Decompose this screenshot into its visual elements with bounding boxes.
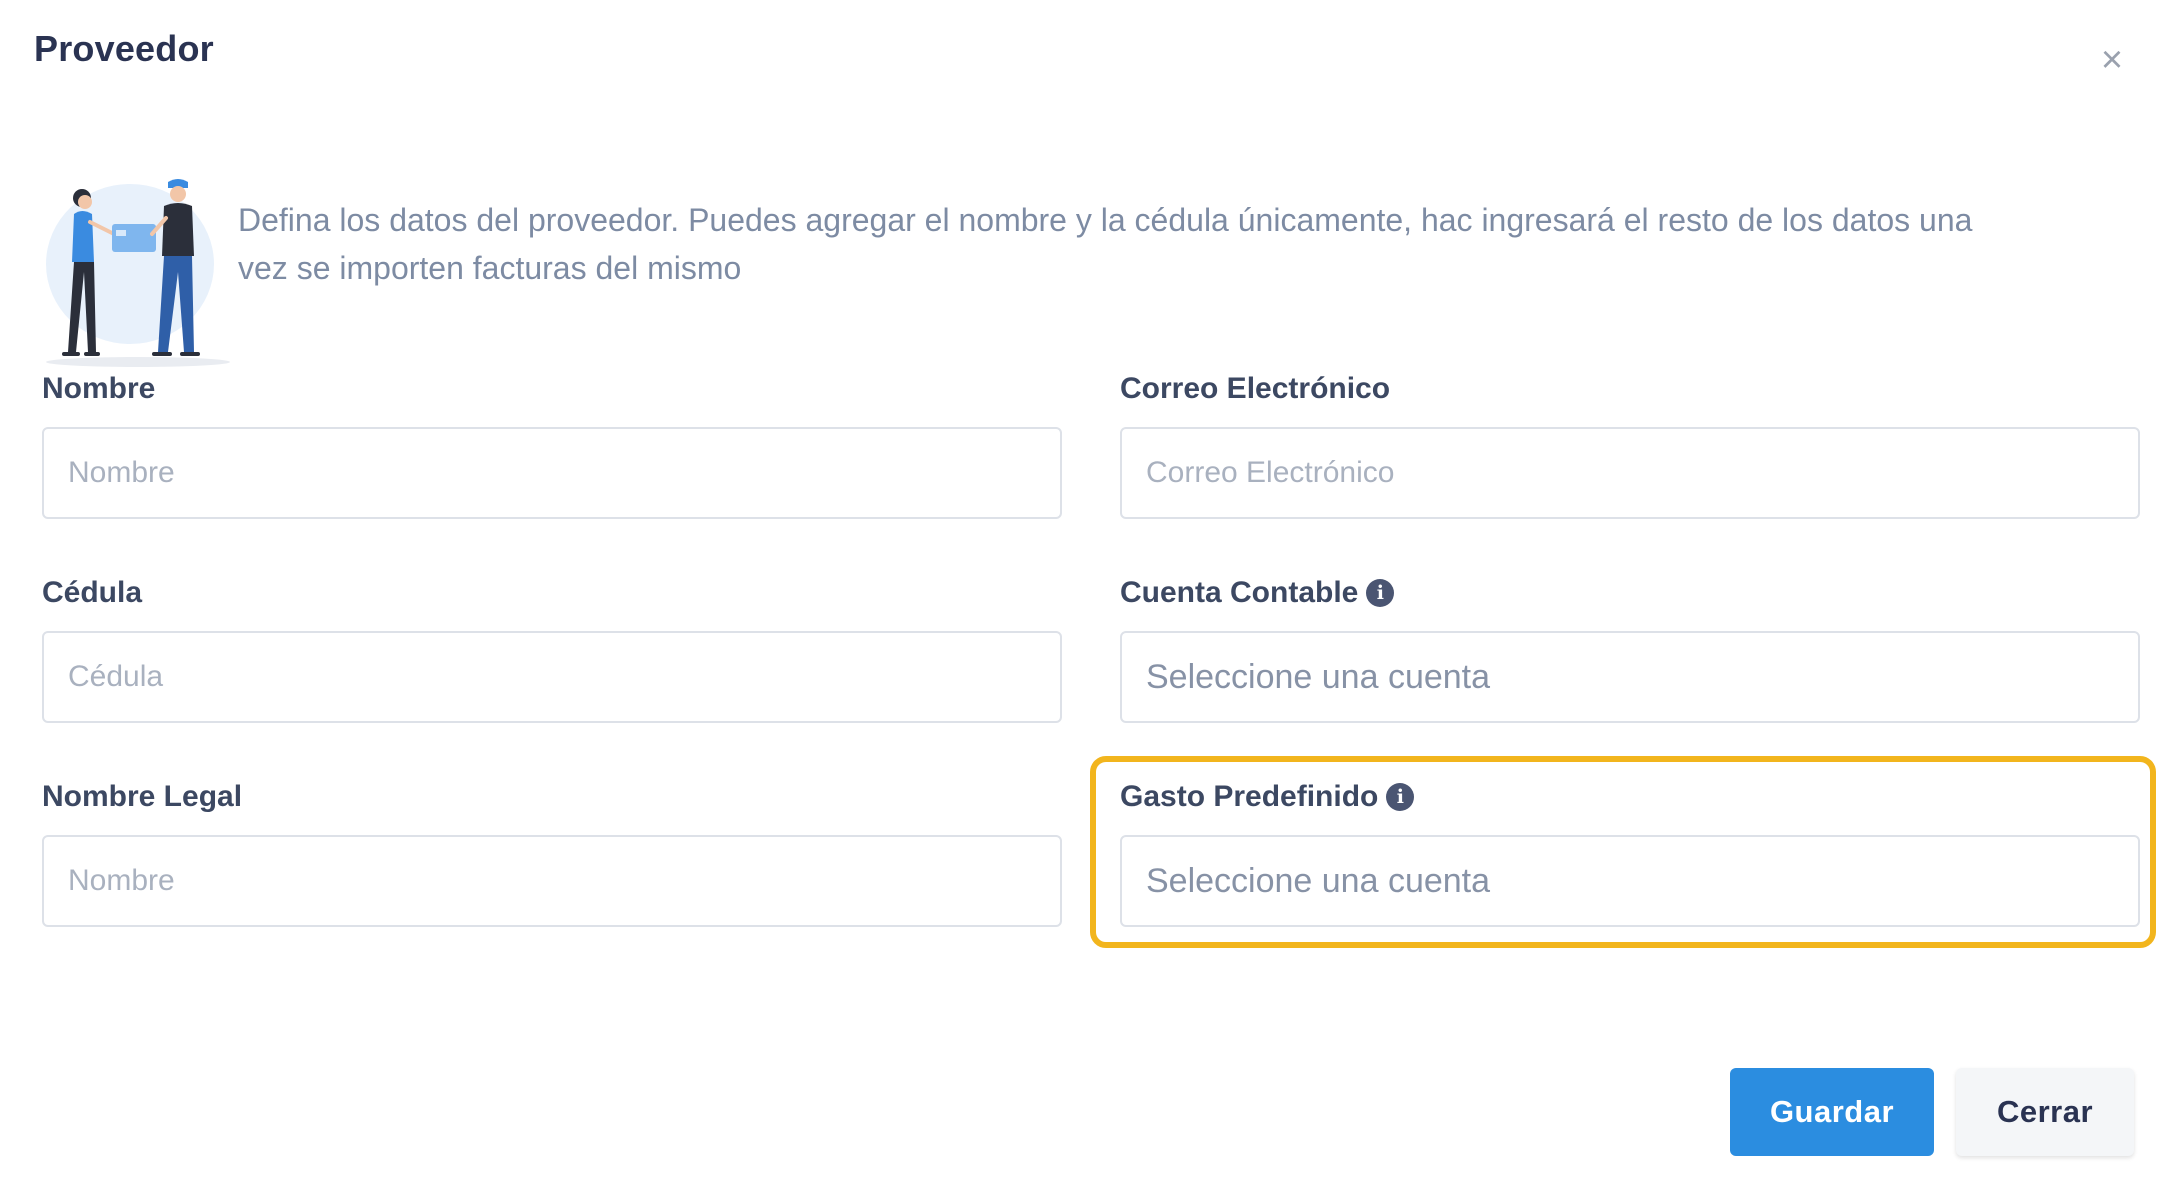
info-icon[interactable]: i	[1366, 579, 1395, 607]
nombre-input[interactable]	[42, 427, 1062, 519]
close-button[interactable]: Cerrar	[1956, 1068, 2134, 1156]
cedula-label-text: Cédula	[42, 576, 143, 609]
gasto-predefinido-label: Gasto Predefinido i	[1120, 780, 1415, 814]
intro-text: Defina los datos del proveedor. Puedes a…	[238, 202, 1973, 286]
close-icon[interactable]: ×	[2092, 40, 2132, 80]
nombre-legal-input[interactable]	[42, 835, 1062, 927]
gasto-predefinido-label-text: Gasto Predefinido	[1120, 780, 1379, 813]
cuenta-contable-label-text: Cuenta Contable	[1120, 576, 1359, 609]
correo-input[interactable]	[1120, 427, 2140, 519]
info-icon[interactable]: i	[1386, 783, 1415, 811]
nombre-label: Nombre	[42, 372, 155, 406]
cuenta-contable-select[interactable]: Seleccione una cuenta	[1120, 631, 2140, 723]
save-button[interactable]: Guardar	[1730, 1068, 1934, 1156]
correo-label: Correo Electrónico	[1120, 372, 1390, 406]
gasto-predefinido-select[interactable]: Seleccione una cuenta	[1120, 835, 2140, 927]
cuenta-contable-label: Cuenta Contable i	[1120, 576, 1395, 610]
supplier-modal: Proveedor × Defina los datos del proveed…	[0, 0, 2170, 1196]
cuenta-contable-selected: Seleccione una cuenta	[1146, 657, 1491, 696]
correo-label-text: Correo Electrónico	[1120, 372, 1391, 405]
supplier-illustration	[38, 172, 248, 368]
gasto-predefinido-selected: Seleccione una cuenta	[1146, 861, 1491, 900]
nombre-label-text: Nombre	[42, 372, 156, 405]
nombre-legal-label-text: Nombre Legal	[42, 780, 243, 813]
cedula-input[interactable]	[42, 631, 1062, 723]
nombre-legal-label: Nombre Legal	[42, 780, 242, 814]
modal-title: Proveedor	[34, 28, 214, 69]
cedula-label: Cédula	[42, 576, 142, 610]
